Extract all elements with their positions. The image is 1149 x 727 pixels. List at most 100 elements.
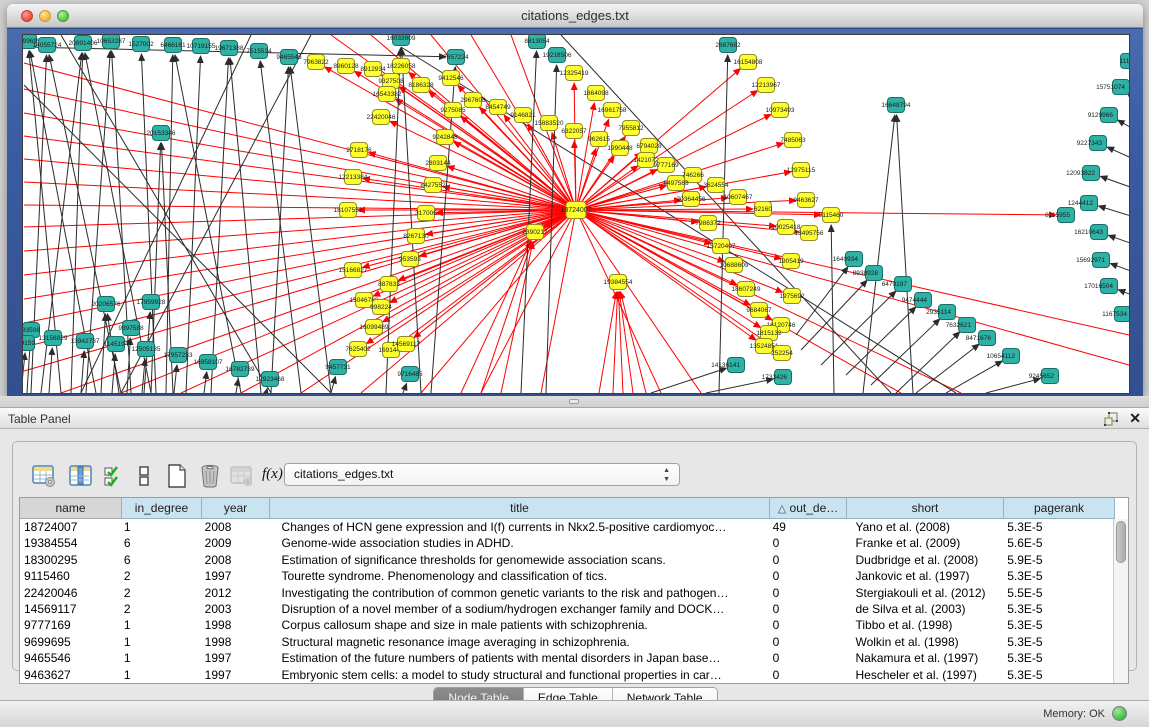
table-cell: 18724007: [20, 519, 122, 535]
graph-node-label: 19218506: [543, 52, 572, 59]
memory-ok-indicator: [1112, 706, 1127, 721]
table-row[interactable]: 977716911998Corpus callosum shape and si…: [20, 617, 1113, 633]
graph-node-label: 22420046: [367, 114, 396, 121]
graph-node-label: 12093822: [1066, 170, 1095, 177]
window-titlebar[interactable]: citations_edges.txt: [7, 4, 1143, 28]
table-cell: 6: [122, 552, 202, 568]
new-file-button[interactable]: [164, 463, 190, 489]
graph-node-label: 9129966: [1088, 112, 1114, 119]
table-cell: Stergiakouli et al. (2012): [845, 585, 1002, 601]
close-panel-icon[interactable]: ✕: [1129, 410, 1141, 427]
table-cell: 9463627: [20, 667, 122, 683]
graph-node-label: 317006: [415, 210, 437, 217]
table-cell: 5.3E-5: [1002, 601, 1113, 617]
citation-network-graph[interactable]: 7963822896012889129341822605893275081654…: [23, 35, 1129, 393]
select-rows-button[interactable]: [101, 463, 127, 489]
graph-node-label: 10653287: [97, 38, 126, 45]
table-cell: 5.3E-5: [1002, 519, 1113, 535]
graph-node-label: 962615: [588, 136, 610, 143]
graph-node-label: 1167534: [1102, 311, 1127, 318]
column-header-short[interactable]: short: [847, 498, 1004, 519]
table-row[interactable]: 1872400712008Changes of HCN gene express…: [20, 519, 1113, 535]
table-cell: 2009: [202, 535, 270, 551]
graph-node-label: 8267130: [403, 233, 429, 240]
graph-node-label: 19384554: [604, 279, 633, 286]
table-row[interactable]: 1456911722003Disruption of a novel membe…: [20, 601, 1113, 617]
app-root: { "window": { "title": "citations_edges.…: [0, 0, 1149, 727]
table-cell: 18300295: [20, 552, 122, 568]
panel-splitter[interactable]: [0, 396, 1149, 407]
graph-node-label: 7632621: [946, 322, 972, 329]
network-file-select[interactable]: citations_edges.txt ▲▼: [284, 463, 680, 486]
memory-status-label: Memory: OK: [1043, 708, 1105, 720]
graph-node-label: 20364456: [677, 196, 706, 203]
graph-node-label: 7625402: [345, 346, 371, 353]
table-row[interactable]: 911546021997Tourette syndrome. Phenomeno…: [20, 568, 1113, 584]
graph-node-label: 15692971: [1076, 257, 1105, 264]
graph-node-label: 1905419: [778, 258, 804, 265]
splitter-grip-icon[interactable]: [569, 399, 579, 404]
graph-node-label: 6479197: [882, 281, 908, 288]
graph-node-label: 15166827: [339, 267, 368, 274]
table-cell: 2003: [202, 601, 270, 617]
graph-node-label: 12213967: [752, 82, 781, 89]
table-cell: 5.5E-5: [1002, 585, 1113, 601]
table-settings-button[interactable]: [31, 463, 57, 489]
column-header-out_degree[interactable]: △ out_de…: [770, 498, 847, 519]
graph-node-label: 15751074: [1096, 84, 1125, 91]
graph-node-label: 252254: [771, 350, 793, 357]
float-panel-icon[interactable]: [1103, 411, 1119, 427]
graph-node-label: 13942737: [71, 338, 100, 345]
delete-button[interactable]: [197, 463, 223, 489]
table-cell: 9777169: [20, 617, 122, 633]
scrollbar-thumb[interactable]: [1116, 521, 1126, 563]
column-header-year[interactable]: year: [202, 498, 270, 519]
table-header-row: namein_degreeyeartitle△ out_de…shortpage…: [20, 498, 1128, 519]
table-cell: Hescheler et al. (1997): [845, 667, 1002, 683]
graph-node-label: 9146821: [510, 112, 536, 119]
import-table-button[interactable]: [229, 463, 255, 489]
column-visibility-button[interactable]: [68, 463, 94, 489]
graph-node-label: 1145194: [104, 341, 129, 348]
table-cell: 2008: [202, 552, 270, 568]
rows-button[interactable]: [131, 463, 157, 489]
graph-node-label: 1527002: [128, 41, 154, 48]
table-row[interactable]: 1938455462009Genome-wide association stu…: [20, 535, 1113, 551]
graph-node-label: 998224: [370, 304, 392, 311]
graph-node-label: 19671388: [215, 45, 244, 52]
table-cell: 5.3E-5: [1002, 667, 1113, 683]
vertical-scrollbar[interactable]: [1113, 519, 1128, 683]
table-row[interactable]: 969969511998Structural magnetic resonanc…: [20, 634, 1113, 650]
network-canvas[interactable]: 7963822896012889129341822605893275081654…: [22, 34, 1130, 394]
graph-node-label: 1975692: [779, 293, 805, 300]
column-header-title[interactable]: title: [270, 498, 770, 519]
table-cell: 2012: [202, 585, 270, 601]
graph-node-label: 9115460: [819, 212, 844, 219]
table-row[interactable]: 1830029562008Estimation of significance …: [20, 552, 1113, 568]
table-cell: 6: [122, 535, 202, 551]
graph-node-label: 9242848: [432, 134, 458, 141]
select-stepper-icon: ▲▼: [663, 466, 670, 484]
graph-node-label: 15883520: [535, 120, 564, 127]
column-header-in_degree[interactable]: in_degree: [122, 498, 202, 519]
graph-node-label: 1640934: [833, 256, 859, 263]
graph-node-label: 16782739: [226, 366, 255, 373]
graph-node-label: 14055724: [33, 42, 62, 49]
graph-node-label: 9777169: [653, 162, 679, 169]
graph-node-label: 8115955: [1045, 212, 1070, 219]
column-header-name[interactable]: name: [20, 498, 122, 519]
table-cell: Genome-wide association studies in ADHD.: [270, 535, 769, 551]
graph-node-label: 7986372: [695, 220, 721, 227]
graph-node-label: 3624554: [703, 182, 729, 189]
table-row[interactable]: 946554611997Estimation of the future num…: [20, 650, 1113, 666]
graph-node-label: 9412546: [438, 75, 464, 82]
table-cell: 2: [122, 585, 202, 601]
table-cell: Estimation of the future numbers of pati…: [270, 650, 769, 666]
column-header-pagerank[interactable]: pagerank: [1004, 498, 1115, 519]
table-row[interactable]: 946362711997Embryonic stem cells: a mode…: [20, 667, 1113, 683]
table-cell: 0: [769, 552, 846, 568]
graph-node-label: 1244412: [1068, 200, 1094, 207]
table-row[interactable]: 2242004622012Investigating the contribut…: [20, 585, 1113, 601]
graph-node-label: 15720407: [707, 243, 736, 250]
graph-node-label: 9275085: [440, 107, 466, 114]
